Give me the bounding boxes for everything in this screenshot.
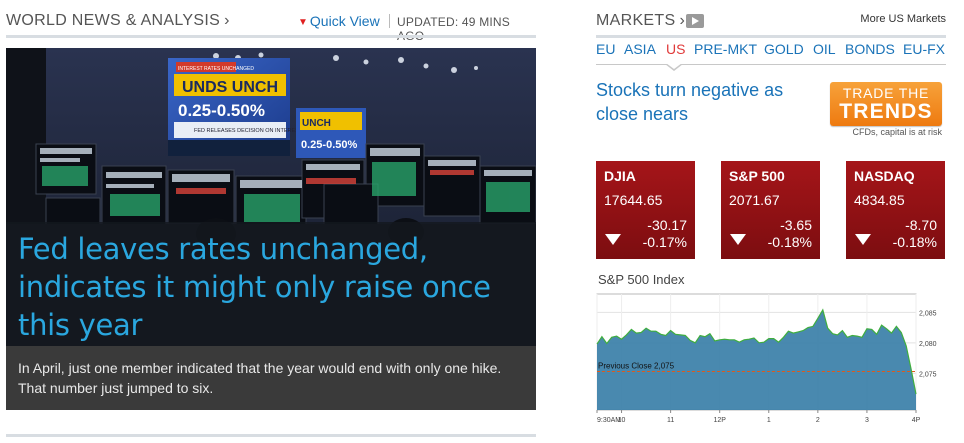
- index-value: 2071.67: [729, 192, 780, 208]
- tab-asia[interactable]: ASIA: [624, 41, 656, 57]
- tab-eu[interactable]: EU: [596, 41, 615, 57]
- quick-view-label: Quick View: [309, 13, 380, 29]
- index-change: -30.17: [647, 217, 687, 233]
- x-tick-label: 2: [816, 417, 820, 424]
- index-name: DJIA: [604, 168, 636, 184]
- news-bottom-rule: [6, 434, 536, 437]
- previous-close-label: Previous Close 2,075: [598, 362, 675, 371]
- index-card-nasdaq[interactable]: NASDAQ 4834.85 -8.70 -0.18%: [846, 161, 945, 259]
- lead-story[interactable]: INTEREST RATES UNCHANGED UNDS UNCH 0.25-…: [6, 48, 536, 410]
- markets-section: MARKETS › More US Markets EU ASIA US PRE-…: [596, 0, 948, 443]
- index-percent: -0.18%: [767, 234, 812, 250]
- trade-the-trends-ad[interactable]: TRADE THE TRENDS: [830, 82, 942, 126]
- tabs-underline: [596, 64, 946, 65]
- svg-text:UNDS UNCH: UNDS UNCH: [182, 79, 278, 96]
- index-name: NASDAQ: [854, 168, 915, 184]
- index-change-block: -30.17 -0.17%: [643, 217, 687, 251]
- down-arrow-icon: [730, 234, 746, 245]
- down-arrow-icon: [605, 234, 621, 245]
- world-news-section: WORLD NEWS & ANALYSIS › ▼ Quick View UPDAT…: [6, 0, 536, 443]
- index-change-block: -3.65 -0.18%: [768, 217, 812, 251]
- lead-summary: In April, just one member indicated that…: [18, 360, 502, 396]
- index-change: -8.70: [905, 217, 937, 233]
- markets-title: MARKETS: [596, 12, 676, 29]
- x-tick-label: 11: [667, 417, 674, 424]
- x-tick-label: 4P: [912, 417, 921, 424]
- index-percent: -0.18%: [892, 234, 937, 250]
- markets-header-rule: [596, 35, 946, 38]
- tab-gold[interactable]: GOLD: [764, 41, 804, 57]
- svg-text:UNCH: UNCH: [302, 118, 331, 129]
- down-arrow-icon: [855, 234, 871, 245]
- index-percent: -0.17%: [642, 234, 687, 250]
- index-card-sp500[interactable]: S&P 500 2071.67 -3.65 -0.18%: [721, 161, 820, 259]
- lead-headline[interactable]: Fed leaves rates unchanged, indicates it…: [18, 230, 524, 344]
- y-tick-label: 2,080: [919, 341, 937, 348]
- markets-link[interactable]: MARKETS ›: [596, 12, 685, 30]
- quick-view-toggle[interactable]: ▼ Quick View: [298, 13, 380, 29]
- sp500-intraday-chart[interactable]: 2,085 2,080 2,075 9:30AM 10 11 12P 1 2 3 4P Previou…: [596, 292, 948, 432]
- x-tick-label: 12P: [713, 417, 726, 424]
- chevron-right-icon: ›: [224, 12, 230, 29]
- tab-eu-fx[interactable]: EU-FX: [903, 41, 945, 57]
- header-divider: [389, 14, 390, 28]
- ad-line-1: TRADE THE: [842, 85, 930, 101]
- index-value: 17644.65: [604, 192, 663, 208]
- y-tick-label: 2,075: [919, 371, 937, 378]
- index-card-djia[interactable]: DJIA 17644.65 -30.17 -0.17%: [596, 161, 695, 259]
- headline-panel: Fed leaves rates unchanged, indicates it…: [6, 222, 536, 346]
- tab-oil[interactable]: OIL: [813, 41, 836, 57]
- chevron-right-icon: ›: [679, 12, 686, 29]
- world-news-title: WORLD NEWS & ANALYSIS: [6, 12, 221, 29]
- news-header: WORLD NEWS & ANALYSIS › ▼ Quick View UPDAT…: [6, 10, 536, 43]
- svg-text:0.25-0.50%: 0.25-0.50%: [301, 139, 357, 151]
- tab-bonds[interactable]: BONDS: [845, 41, 895, 57]
- x-tick-label: 3: [865, 417, 869, 424]
- video-play-icon[interactable]: [686, 14, 704, 28]
- y-tick-label: 2,085: [919, 310, 937, 317]
- sp500-chart-svg: 2,0852,0802,0759:30AM10 11 12P 1 2 3 4PPreviou…: [596, 293, 937, 424]
- tab-pre-mkt[interactable]: PRE-MKT: [694, 41, 757, 57]
- ad-disclaimer: CFDs, capital is at risk: [852, 127, 942, 137]
- markets-headline[interactable]: Stocks turn negative as close nears: [596, 78, 806, 126]
- ad-line-2: TRENDS: [839, 100, 933, 123]
- index-change-block: -8.70 -0.18%: [893, 217, 937, 251]
- index-change: -3.65: [780, 217, 812, 233]
- triangle-down-icon: ▼: [298, 17, 308, 28]
- summary-panel: In April, just one member indicated that…: [6, 346, 536, 410]
- world-news-link[interactable]: WORLD NEWS & ANALYSIS ›: [6, 12, 230, 30]
- market-tabs: EU ASIA US PRE-MKT GOLD OIL BONDS EU-FX: [596, 41, 948, 65]
- chart-title: S&P 500 Index: [598, 272, 685, 287]
- more-us-markets-link[interactable]: More US Markets: [860, 13, 946, 25]
- news-header-rule: [6, 35, 536, 38]
- active-tab-pointer: [665, 63, 683, 71]
- index-value: 4834.85: [854, 192, 905, 208]
- tv-screen-secondary: UNCH 0.25-0.50%: [296, 108, 366, 158]
- updated-timestamp: UPDATED: 49 MINS AGO: [397, 15, 510, 43]
- x-tick-label: 1: [767, 417, 771, 424]
- index-name: S&P 500: [729, 168, 785, 184]
- svg-text:0.25-0.50%: 0.25-0.50%: [178, 101, 265, 120]
- svg-text:INTEREST RATES UNCHANGED: INTEREST RATES UNCHANGED: [178, 66, 254, 72]
- tab-us[interactable]: US: [666, 41, 685, 57]
- x-tick-label: 10: [618, 417, 626, 424]
